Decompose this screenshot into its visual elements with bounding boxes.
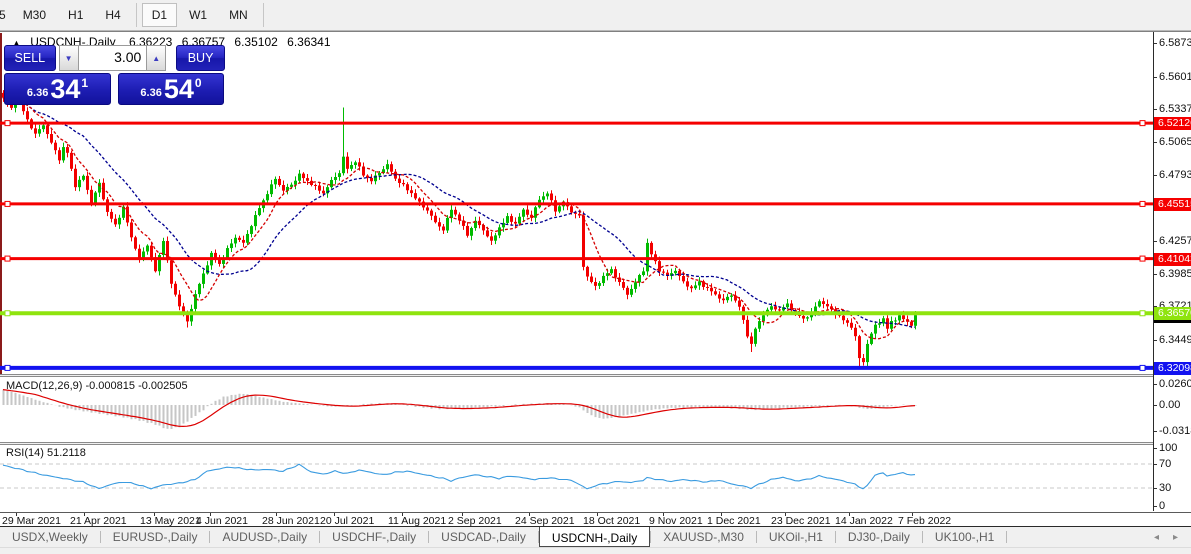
axis-tick (1154, 405, 1157, 406)
tab-separator (1006, 531, 1007, 543)
sell-price-display[interactable]: 6.36 34 1 (4, 73, 111, 105)
timeframe-button-d1[interactable]: D1 (142, 3, 177, 27)
volume-increase-button[interactable]: ▲ (146, 45, 166, 71)
axis-tick (1154, 175, 1157, 176)
timeframe-button-5[interactable]: 5 (0, 3, 11, 27)
buy-price-big: 54 (164, 76, 194, 103)
timeframe-toolbar: 5M30H1H4 D1W1MN (0, 0, 1191, 31)
hline-price-badge: 6.36570 (1154, 307, 1191, 320)
chart-tab-uk100-[interactable]: UK100-,H1 (923, 527, 1006, 547)
hline-price-badge: 6.32098 (1154, 362, 1191, 375)
timeframe-button-h4[interactable]: H4 (95, 3, 130, 27)
hline-anchor[interactable] (1140, 365, 1145, 370)
macd-axis-label: 0.00 (1159, 399, 1180, 411)
hline-price-badge: 6.41043 (1154, 253, 1191, 266)
buy-button[interactable]: BUY (176, 45, 225, 71)
sell-price-pipette: 1 (81, 76, 88, 90)
tab-scroll-left-icon[interactable]: ◂ (1147, 532, 1166, 543)
hline-anchor[interactable] (1140, 201, 1145, 206)
rsi-label: RSI(14) 51.2118 (6, 447, 86, 459)
chart-window: ▲ USDCNH-,Daily 6.36223 6.36757 6.35102 … (0, 31, 1191, 527)
axis-tick (1154, 77, 1157, 78)
timeframe-button-mn[interactable]: MN (219, 3, 258, 27)
one-click-trading-panel: SELL ▼ 3.00 ▲ BUY 6.36 34 1 6.36 54 (4, 45, 225, 105)
axis-tick (1154, 384, 1157, 385)
price-axis-label: 6.39850 (1159, 268, 1191, 280)
chevron-down-icon: ▼ (65, 54, 73, 63)
price-axis-label: 6.56010 (1159, 71, 1191, 83)
rsi-axis-label: 100 (1159, 442, 1177, 454)
panel-divider[interactable] (0, 374, 1191, 377)
price-axis-label: 6.34490 (1159, 334, 1191, 346)
chart-tab-dj30-[interactable]: DJ30-,Daily (836, 527, 922, 547)
hline-anchor[interactable] (5, 201, 10, 206)
chart-tab-xauusd-[interactable]: XAUUSD-,M30 (651, 527, 756, 547)
trading-terminal-window: 5M30H1H4D1W1MN ▲ USDCNH-,Daily 6.36223 6… (0, 0, 1191, 554)
timeframe-button-h1[interactable]: H1 (58, 3, 93, 27)
date-axis[interactable]: 29 Mar 202121 Apr 202113 May 20214 Jun 2… (0, 512, 1191, 527)
price-axis-label: 6.50650 (1159, 136, 1191, 148)
price-axis-label: 6.58730 (1159, 37, 1191, 49)
axis-tick (1154, 241, 1157, 242)
axis-tick (1154, 43, 1157, 44)
price-axis-label: 6.53370 (1159, 103, 1191, 115)
hline-anchor[interactable] (5, 121, 10, 126)
hline-anchor[interactable] (5, 365, 10, 370)
axis-tick (1154, 431, 1157, 432)
chart-tab-eurusd-[interactable]: EURUSD-,Daily (101, 527, 210, 547)
hline-anchor[interactable] (1140, 121, 1145, 126)
volume-decrease-button[interactable]: ▼ (59, 45, 79, 71)
status-bar (0, 547, 1191, 554)
rsi-indicator-panel[interactable] (0, 445, 1153, 511)
hline-anchor[interactable] (1140, 311, 1145, 316)
hline-anchor[interactable] (5, 256, 10, 261)
chart-tab-usdx[interactable]: USDX,Weekly (0, 527, 100, 547)
timeframe-button-m30[interactable]: M30 (13, 3, 56, 27)
hline-price-badge: 6.45515 (1154, 198, 1191, 211)
axis-tick (1154, 340, 1157, 341)
chart-tab-usdchf-[interactable]: USDCHF-,Daily (320, 527, 428, 547)
macd-label: MACD(12,26,9) -0.000815 -0.002505 (6, 380, 188, 392)
macd-axis-label: 0.02607 (1159, 378, 1191, 390)
hline-anchor[interactable] (1140, 256, 1145, 261)
sell-price-prefix: 6.36 (27, 87, 48, 99)
axis-tick (1154, 109, 1157, 110)
axis-tick (1154, 448, 1157, 449)
buy-price-prefix: 6.36 (140, 87, 161, 99)
chart-tab-audusd-[interactable]: AUDUSD-,Daily (210, 527, 319, 547)
hline-anchor[interactable] (5, 311, 10, 316)
toolbar-separator (136, 3, 137, 27)
buy-price-pipette: 0 (195, 76, 202, 90)
rsi-axis-label: 70 (1159, 458, 1171, 470)
ohlc-low: 6.35102 (234, 35, 277, 49)
ohlc-close: 6.36341 (287, 35, 330, 49)
buy-price-display[interactable]: 6.36 54 0 (118, 73, 224, 105)
chart-tab-ukoil-[interactable]: UKOil-,H1 (757, 527, 835, 547)
timeframe-button-w1[interactable]: W1 (179, 3, 217, 27)
price-axis-label: 6.47930 (1159, 169, 1191, 181)
price-axis-label: 6.42570 (1159, 235, 1191, 247)
chart-tab-bar: USDX,WeeklyEURUSD-,DailyAUDUSD-,DailyUSD… (0, 526, 1191, 547)
axis-tick (1154, 488, 1157, 489)
chevron-up-icon: ▲ (152, 54, 160, 63)
hline-price-badge: 6.52126 (1154, 117, 1191, 130)
axis-tick (1154, 464, 1157, 465)
axis-tick (1154, 142, 1157, 143)
rsi-axis-label: 30 (1159, 482, 1171, 494)
tab-scroll-right-icon[interactable]: ▸ (1166, 532, 1185, 543)
price-axis[interactable]: 6.58730 6.56010 6.53370 6.50650 6.47930 6.425… (1153, 32, 1191, 511)
axis-tick (1154, 506, 1157, 507)
rsi-axis-label: 0 (1159, 500, 1165, 512)
axis-tick (1154, 274, 1157, 275)
sell-price-big: 34 (50, 76, 80, 103)
chart-tab-usdcad-[interactable]: USDCAD-,Daily (429, 527, 538, 547)
sell-button[interactable]: SELL (4, 45, 56, 71)
volume-input[interactable]: 3.00 (79, 45, 147, 71)
chart-tab-usdcnh-[interactable]: USDCNH-,Daily (539, 527, 650, 547)
macd-axis-label: -0.03187 (1159, 425, 1191, 437)
toolbar-separator (263, 3, 264, 27)
